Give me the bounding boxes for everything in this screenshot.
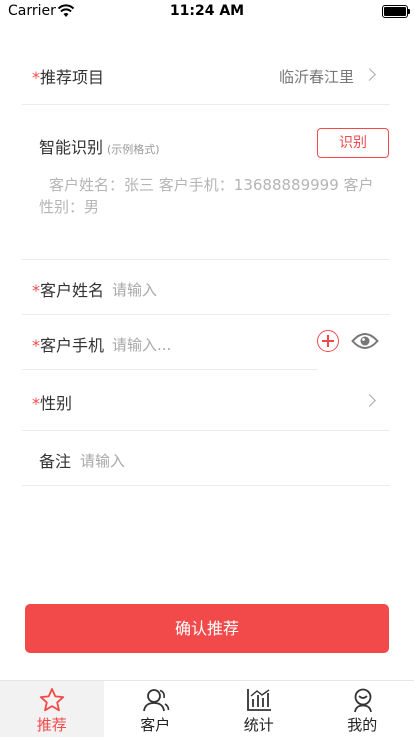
gender-label-wrap: *性别 — [32, 390, 72, 414]
tab-customers-label: 客户 — [104, 714, 208, 735]
project-label-wrap: *推荐项目 — [32, 64, 104, 88]
tab-recommend-label: 推荐 — [0, 714, 104, 735]
required-mark: * — [32, 68, 40, 87]
tab-bar: 推荐 客户 统计 我的 — [0, 680, 414, 737]
customer-phone-label: 客户手机 — [40, 336, 104, 355]
identify-button[interactable]: 识别 — [317, 128, 389, 158]
tab-stats-label: 统计 — [207, 714, 311, 735]
smart-recognition-title-wrap: 智能识别 (示例格式) — [39, 134, 160, 158]
customer-phone-row[interactable]: *客户手机 请输入... — [22, 314, 317, 370]
tab-recommend[interactable]: 推荐 — [0, 681, 104, 737]
required-mark: * — [32, 336, 40, 355]
project-value: 临沂春江里 — [279, 66, 354, 87]
customers-icon — [142, 687, 170, 713]
confirm-recommend-button[interactable]: 确认推荐 — [25, 604, 389, 653]
chevron-right-icon — [363, 394, 376, 407]
remark-label: 备注 — [39, 448, 71, 472]
stats-icon — [245, 687, 273, 713]
customer-name-label: 客户姓名 — [40, 281, 104, 300]
star-icon — [38, 687, 66, 713]
project-row[interactable]: *推荐项目 临沂春江里 — [22, 46, 390, 105]
gender-label: 性别 — [40, 394, 72, 413]
customer-name-label-wrap: *客户姓名 — [32, 277, 104, 301]
required-mark: * — [32, 394, 40, 413]
remark-row[interactable]: 备注 请输入 — [22, 430, 390, 486]
customer-phone-input[interactable]: 请输入... — [112, 334, 171, 355]
eye-icon[interactable] — [351, 332, 379, 350]
profile-icon — [349, 687, 377, 713]
remark-input[interactable]: 请输入 — [80, 450, 125, 471]
required-mark: * — [32, 281, 40, 300]
project-label: 推荐项目 — [40, 68, 104, 87]
tab-customers[interactable]: 客户 — [104, 681, 208, 737]
smart-recognition-subtitle: (示例格式) — [107, 143, 160, 156]
battery-icon — [382, 5, 408, 18]
smart-recognition-section: 智能识别 (示例格式) 识别 客户姓名：张三 客户手机：13688889999 客… — [22, 104, 390, 260]
chevron-right-icon — [363, 68, 376, 81]
tab-stats[interactable]: 统计 — [207, 681, 311, 737]
tab-profile-label: 我的 — [311, 714, 414, 735]
add-phone-icon[interactable] — [317, 330, 339, 352]
customer-name-row[interactable]: *客户姓名 请输入 — [22, 259, 390, 315]
smart-recognition-title: 智能识别 — [39, 138, 103, 157]
status-bar: Carrier 11:24 AM — [0, 0, 414, 24]
customer-phone-label-wrap: *客户手机 — [32, 332, 104, 356]
gender-row[interactable]: *性别 — [22, 370, 390, 431]
tab-profile[interactable]: 我的 — [311, 681, 414, 737]
smart-recognition-textarea[interactable]: 客户姓名：张三 客户手机：13688889999 客户性别：男 — [39, 174, 380, 218]
customer-name-input[interactable]: 请输入 — [112, 279, 157, 300]
clock: 11:24 AM — [0, 3, 414, 19]
